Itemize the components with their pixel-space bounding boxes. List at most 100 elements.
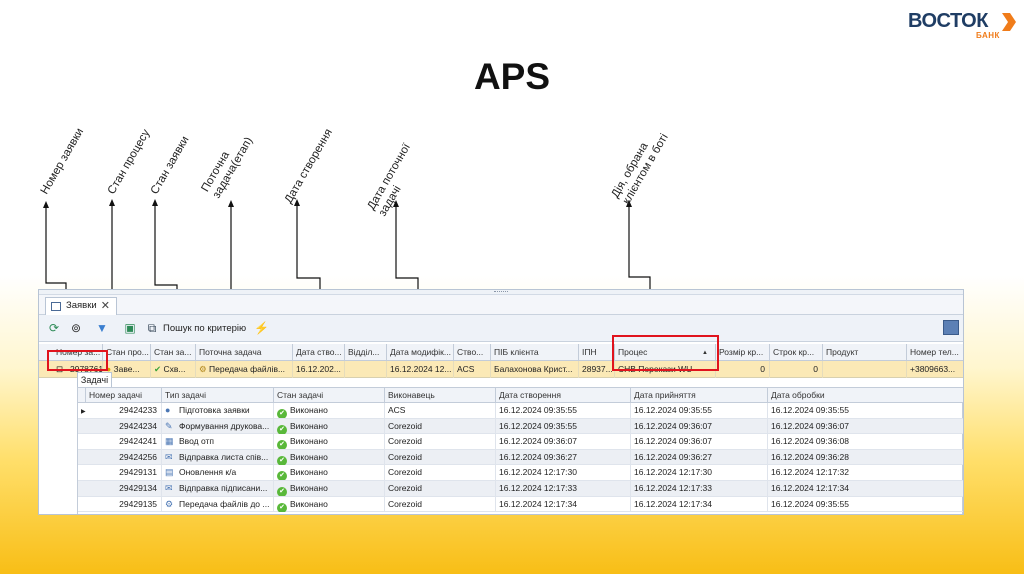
cell-status: ✔ Виконано — [274, 434, 385, 450]
tasks-grid-header: Номер задачі Тип задачі Стан задачі Вико… — [78, 388, 963, 403]
table-row[interactable]: 29424234 ✎ Формування друкова... ✔ Виконано C… — [78, 418, 963, 435]
table-row[interactable]: 29424256 ✉ Відправка листа спів... ✔ Виконан… — [78, 449, 963, 466]
cell-type-text: Відправка листа спів... — [179, 451, 269, 462]
annotation-bot-action: Дія, обрана клієнтом в боті — [609, 131, 671, 207]
checkmark-icon: ✔ — [277, 455, 287, 465]
cell-credit-term: 0 — [770, 361, 823, 378]
tab-bar: Заявки ✕ — [39, 295, 963, 315]
cell-created: 16.12.2024 09:35:55 — [496, 403, 631, 418]
cell-executor: Corezoid — [385, 496, 496, 512]
cell-id: 29424241 — [86, 434, 162, 450]
cell-type: ✉ Відправка підписани... — [162, 481, 274, 496]
cell-modified-date: 16.12.2024 12... — [387, 361, 454, 378]
annotation-current-task: Поточна задача(етап) — [199, 135, 256, 201]
cell-type-text: Формування друкова... — [179, 420, 270, 431]
close-icon[interactable]: ✕ — [101, 298, 110, 314]
col-header[interactable]: Дата створення — [496, 388, 631, 403]
highlight-application-number — [47, 350, 108, 371]
cell-created: 16.12.2024 09:36:07 — [496, 434, 631, 450]
cell-accepted: 16.12.2024 12:17:30 — [631, 465, 768, 481]
table-row[interactable]: 29429135 ⚙ Передача файлів до ... ✔ Виконано… — [78, 496, 963, 513]
annotation-creation-date: Дата створення — [282, 126, 336, 206]
col-header[interactable]: Номер задачі — [86, 388, 162, 403]
cell-status-text: Виконано — [290, 467, 328, 478]
cell-created: 16.12.2024 12:17:34 — [496, 496, 631, 512]
globe-icon: ● — [165, 405, 171, 415]
table-row[interactable]: ▶ 29424233 ● Підготовка заявки ✔ Виконано ACS 1… — [78, 403, 963, 419]
cell-type: ✎ Формування друкова... — [162, 418, 274, 434]
col-header[interactable]: Стан за... — [151, 344, 196, 361]
col-header[interactable]: Розмір кр... — [716, 344, 770, 361]
cell-id: 29429131 — [86, 465, 162, 481]
cell-executor: Corezoid — [385, 481, 496, 496]
cell-phone: +3809663... — [907, 361, 963, 378]
table-row[interactable]: ⊟ 2978761 ● Заве... ✔ Схв... ⚙ Передача … — [39, 361, 963, 378]
applications-grid-header: Номер за... Стан про... Стан за... Поточ… — [39, 344, 963, 361]
col-header[interactable]: Дата модифік... — [387, 344, 454, 361]
highlight-process — [612, 335, 719, 371]
col-header — [78, 388, 86, 403]
cell-type-text: Підготовка заявки — [179, 405, 250, 415]
cell-type-text: Ввод отп — [179, 436, 214, 447]
cell-application-state: ✔ Схв... — [151, 361, 196, 378]
refresh-icon[interactable]: ⟳ — [47, 321, 61, 335]
search-criteria-icon[interactable]: ⧉ — [145, 321, 159, 335]
resize-grip[interactable] — [494, 291, 508, 293]
cell-creator: ACS — [454, 361, 491, 378]
cell-accepted: 16.12.2024 09:36:27 — [631, 449, 768, 465]
col-header[interactable]: Строк кр... — [770, 344, 823, 361]
col-header[interactable]: Стан задачі — [274, 388, 385, 403]
cell-executor: Corezoid — [385, 465, 496, 481]
filter-icon[interactable]: ▼ — [95, 321, 109, 335]
cell-status: ✔ Виконано — [274, 496, 385, 512]
table-row[interactable]: 29429131 ▤ Оновлення к/а ✔ Виконано Corezoid 1… — [78, 465, 963, 481]
cell-status: ✔ Виконано — [274, 418, 385, 434]
cell-process-state-text: Заве... — [113, 364, 140, 374]
export-icon[interactable]: ▣ — [123, 321, 137, 335]
toolbar: ⟳ ⊚ ▼ ▣ ⧉ Пошук по критерію ⚡ — [39, 315, 963, 342]
cell-executor: Corezoid — [385, 434, 496, 450]
col-header[interactable]: Дата прийняття — [631, 388, 768, 403]
col-header[interactable]: Тип задачі — [162, 388, 274, 403]
checkmark-icon: ✔ — [277, 471, 287, 481]
mail-icon: ✉ — [165, 451, 173, 462]
annotation-process-state: Стан процесу — [105, 127, 153, 197]
contact-card-icon: ▤ — [165, 467, 174, 478]
cell-status-text: Виконано — [290, 420, 328, 431]
cell-department — [345, 361, 387, 378]
cell-id: 29429134 — [86, 481, 162, 496]
col-header[interactable]: Виконавець — [385, 388, 496, 403]
cell-processed: 16.12.2024 09:36:07 — [768, 419, 963, 434]
col-header[interactable]: ПІБ клієнта — [491, 344, 579, 361]
cell-type: ✉ Відправка листа спів... — [162, 449, 274, 465]
settings-icon[interactable] — [943, 320, 959, 335]
search-by-criteria-button[interactable]: Пошук по критерію — [163, 323, 246, 334]
tab-applications[interactable]: Заявки ✕ — [45, 297, 117, 315]
col-header[interactable]: Відділ... — [345, 344, 387, 361]
clear-filter-icon[interactable]: ⚡ — [254, 321, 269, 335]
cell-accepted: 16.12.2024 12:17:34 — [631, 496, 768, 512]
list-icon — [51, 302, 61, 311]
col-header[interactable]: Номер тел... — [907, 344, 963, 361]
cell-id: 29429135 — [86, 496, 162, 512]
tab-tasks[interactable]: Задачі — [77, 372, 112, 388]
cell-type: ▤ Оновлення к/а — [162, 465, 274, 481]
col-header[interactable]: Дата обробки — [768, 388, 963, 403]
logo-subtitle: БАНК — [976, 31, 1000, 40]
col-header[interactable]: Стан про... — [103, 344, 151, 361]
cell-processed: 16.12.2024 12:17:32 — [768, 465, 963, 480]
aps-window: Заявки ✕ ⟳ ⊚ ▼ ▣ ⧉ Пошук по критерію ⚡ Н… — [38, 289, 964, 515]
cell-product — [823, 361, 907, 378]
cell-created: 16.12.2024 09:35:55 — [496, 418, 631, 434]
table-row[interactable]: 29424241 ▦ Ввод отп ✔ Виконано Corezoid 16.12.… — [78, 434, 963, 450]
col-header[interactable]: Ство... — [454, 344, 491, 361]
annotation-application-number: Номер заявки — [38, 126, 87, 197]
cell-processed: 16.12.2024 09:35:55 — [768, 497, 963, 512]
col-header[interactable]: Дата ство... — [293, 344, 345, 361]
binoculars-icon[interactable]: ⊚ — [69, 321, 83, 335]
col-header[interactable]: Продукт — [823, 344, 907, 361]
cell-application-state-text: Схв... — [163, 364, 186, 374]
table-row[interactable]: 29429134 ✉ Відправка підписани... ✔ Виконано… — [78, 481, 963, 497]
col-header[interactable]: ІПН — [579, 344, 615, 361]
col-header[interactable]: Поточна задача — [196, 344, 293, 361]
